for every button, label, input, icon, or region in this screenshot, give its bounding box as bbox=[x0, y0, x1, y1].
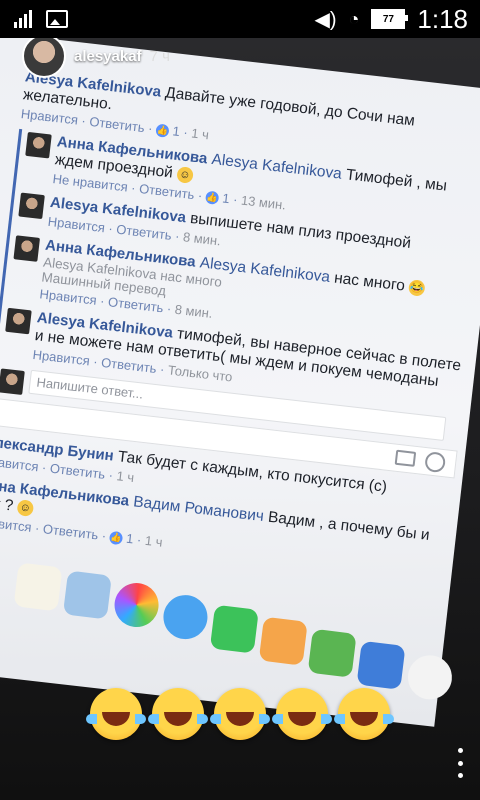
laughing-emoji-icon bbox=[272, 688, 332, 740]
comment-time[interactable]: 1 ч bbox=[144, 533, 163, 550]
comment-thread: Alesya Kafelnikova Давайте уже годовой, … bbox=[0, 46, 480, 589]
replies-block: Анна Кафельникова Alesya Kafelnikova Тим… bbox=[0, 128, 480, 443]
smile-emoji-icon: ☺ bbox=[176, 166, 194, 184]
smile-emoji-icon: ☺ bbox=[16, 499, 35, 517]
emoji-picker-icon[interactable] bbox=[424, 451, 447, 474]
signal-icon bbox=[14, 10, 32, 28]
laughing-emoji-icon: 😂 bbox=[408, 279, 426, 297]
story-username[interactable]: alesyakaf bbox=[74, 48, 142, 65]
status-bar: ◀) ◔ 77 1:18 bbox=[0, 0, 480, 38]
avatar[interactable] bbox=[22, 38, 66, 78]
comment-time[interactable]: 1 ч bbox=[191, 125, 210, 142]
photos-icon[interactable] bbox=[112, 580, 162, 630]
avatar bbox=[0, 368, 25, 396]
keynote-icon[interactable] bbox=[356, 640, 406, 690]
messages-icon[interactable] bbox=[160, 592, 210, 642]
image-icon bbox=[46, 10, 68, 28]
mention-link[interactable]: Alesya Kafelnikova bbox=[211, 151, 343, 183]
reaction-count[interactable]: 1 bbox=[172, 123, 181, 139]
battery-level: 77 bbox=[382, 13, 394, 25]
wifi-icon: ◔ bbox=[348, 8, 360, 29]
comment-time[interactable]: 8 мин. bbox=[174, 302, 213, 321]
avatar[interactable] bbox=[13, 235, 40, 262]
more-options-icon[interactable] bbox=[458, 748, 464, 778]
facetime-icon[interactable] bbox=[209, 604, 259, 654]
avatar[interactable] bbox=[18, 192, 45, 220]
volume-icon: ◀) bbox=[314, 8, 337, 31]
comment-time[interactable]: 1 ч bbox=[116, 468, 135, 485]
laughing-emoji-icon bbox=[86, 688, 146, 740]
laughing-emoji-icon bbox=[148, 688, 208, 740]
reaction-count[interactable]: 1 bbox=[125, 531, 134, 547]
avatar[interactable] bbox=[5, 307, 32, 335]
numbers-icon[interactable] bbox=[307, 628, 357, 678]
avatar[interactable] bbox=[25, 131, 52, 159]
story-header: alesyakaf 7 ч bbox=[22, 38, 170, 78]
laughing-emoji-icon bbox=[334, 688, 394, 740]
mention-link[interactable]: Вадим Романович bbox=[132, 493, 264, 525]
battery-icon: 77 bbox=[371, 9, 409, 29]
emoji-stickers bbox=[0, 688, 480, 748]
laughing-emoji-icon bbox=[210, 688, 270, 740]
thumbs-up-icon: 👍 bbox=[205, 190, 220, 206]
clock: 1:18 bbox=[417, 3, 468, 34]
pages-icon[interactable] bbox=[258, 616, 308, 666]
reaction-count[interactable]: 1 bbox=[222, 190, 231, 206]
comment-time[interactable]: 8 мин. bbox=[182, 229, 221, 248]
story-age: 7 ч bbox=[149, 47, 170, 65]
camera-icon[interactable] bbox=[394, 449, 417, 467]
notes-icon[interactable] bbox=[13, 562, 63, 612]
preview-icon[interactable] bbox=[62, 570, 112, 620]
thumbs-up-icon: 👍 bbox=[108, 531, 124, 546]
thumbs-up-icon: 👍 bbox=[155, 123, 170, 138]
comment-time[interactable]: 13 мин. bbox=[240, 193, 286, 213]
story-photo: Alesya Kafelnikova Давайте уже годовой, … bbox=[0, 38, 480, 800]
